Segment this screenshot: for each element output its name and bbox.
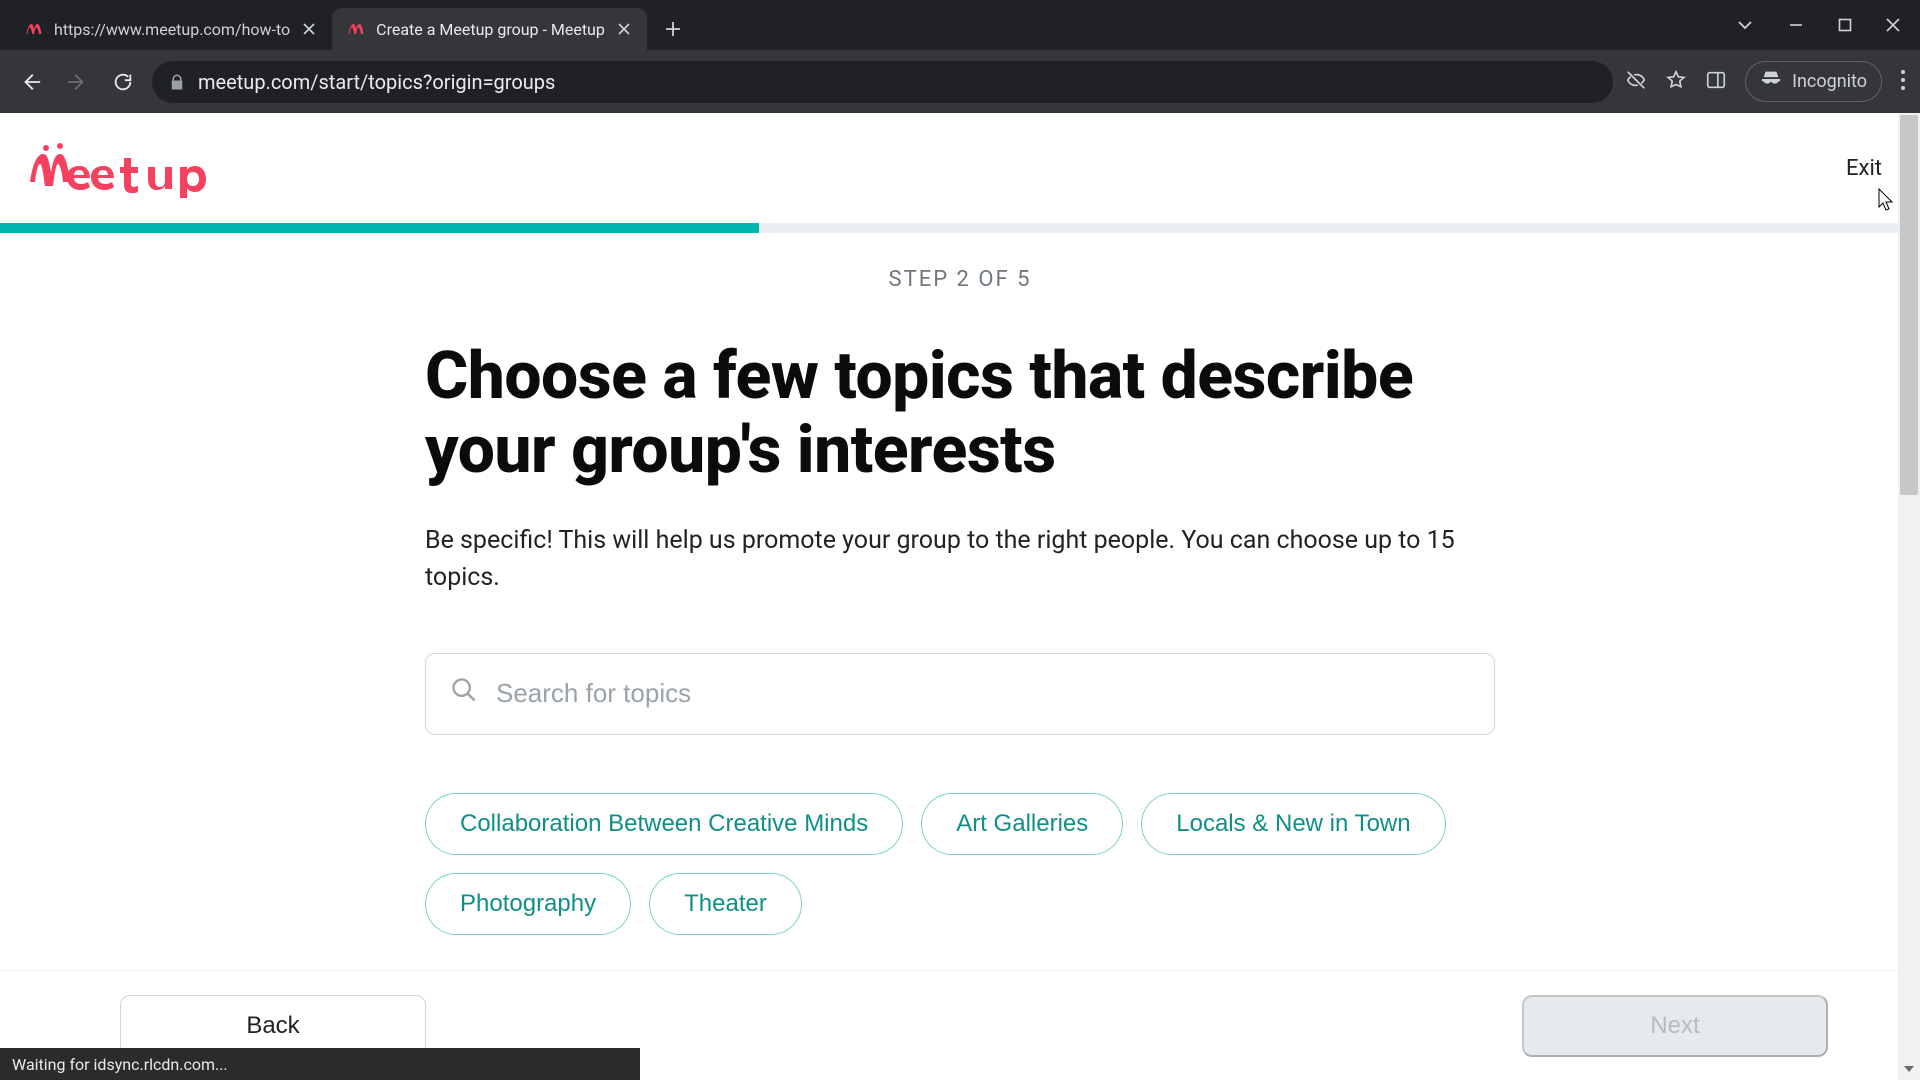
close-icon[interactable]	[300, 20, 318, 38]
new-tab-button[interactable]	[655, 11, 691, 47]
panel-icon[interactable]	[1705, 69, 1727, 95]
exit-link[interactable]: Exit	[1846, 156, 1882, 181]
tab-title: https://www.meetup.com/how-to	[54, 20, 290, 39]
tabs-dropdown-icon[interactable]	[1736, 16, 1754, 34]
star-icon[interactable]	[1665, 69, 1687, 95]
progress-track	[0, 223, 1898, 233]
scroll-thumb[interactable]	[1900, 115, 1918, 495]
incognito-icon	[1760, 68, 1782, 95]
status-text: Waiting for idsync.rlcdn.com...	[0, 1048, 640, 1080]
minimize-icon[interactable]	[1788, 17, 1804, 33]
topic-chip[interactable]: Art Galleries	[921, 793, 1123, 855]
topic-chips: Collaboration Between Creative Minds Art…	[425, 793, 1495, 935]
omnibox[interactable]: meetup.com/start/topics?origin=groups	[152, 61, 1613, 103]
topic-chip[interactable]: Theater	[649, 873, 802, 935]
browser-chrome: https://www.meetup.com/how-to Create a M…	[0, 0, 1920, 113]
page-subtitle: Be specific! This will help us promote y…	[425, 522, 1495, 597]
cursor-icon	[1876, 187, 1896, 217]
incognito-label: Incognito	[1792, 71, 1867, 92]
incognito-chip[interactable]: Incognito	[1745, 61, 1882, 102]
tab-strip: https://www.meetup.com/how-to Create a M…	[0, 0, 1920, 50]
forward-icon[interactable]	[60, 65, 94, 99]
content: STEP 2 OF 5 Choose a few topics that des…	[425, 233, 1495, 935]
page-header: Exit	[0, 113, 1920, 223]
back-icon[interactable]	[14, 65, 48, 99]
scrollbar[interactable]	[1898, 113, 1920, 1080]
kebab-icon[interactable]	[1900, 69, 1906, 95]
reload-icon[interactable]	[106, 65, 140, 99]
meetup-favicon-icon	[346, 19, 366, 39]
window-controls	[1736, 0, 1920, 50]
progress-fill	[0, 223, 759, 233]
toolbar-right: Incognito	[1625, 61, 1906, 102]
search-icon	[450, 676, 478, 711]
next-button[interactable]: Next	[1522, 995, 1828, 1057]
window-close-icon[interactable]	[1886, 18, 1900, 32]
topic-chip[interactable]: Collaboration Between Creative Minds	[425, 793, 903, 855]
tab-item[interactable]: https://www.meetup.com/how-to	[10, 8, 332, 50]
step-label: STEP 2 OF 5	[425, 267, 1495, 292]
content-wrap: STEP 2 OF 5 Choose a few topics that des…	[0, 233, 1920, 970]
address-bar: meetup.com/start/topics?origin=groups In…	[0, 50, 1920, 113]
maximize-icon[interactable]	[1838, 18, 1852, 32]
topic-chip[interactable]: Locals & New in Town	[1141, 793, 1445, 855]
meetup-favicon-icon	[24, 19, 44, 39]
topic-chip[interactable]: Photography	[425, 873, 631, 935]
scroll-down-icon[interactable]	[1898, 1058, 1920, 1080]
meetup-logo[interactable]	[24, 136, 214, 200]
close-icon[interactable]	[615, 20, 633, 38]
viewport: Exit STEP 2 OF 5 Choose a few topics tha…	[0, 113, 1920, 1080]
page-title: Choose a few topics that describe your g…	[425, 340, 1495, 488]
search-field[interactable]	[425, 653, 1495, 735]
eye-off-icon[interactable]	[1625, 69, 1647, 95]
tab-title: Create a Meetup group - Meetup	[376, 20, 605, 39]
tab-item[interactable]: Create a Meetup group - Meetup	[332, 8, 647, 50]
lock-icon	[168, 73, 186, 91]
search-input[interactable]	[496, 678, 1470, 709]
url-text: meetup.com/start/topics?origin=groups	[198, 70, 555, 94]
